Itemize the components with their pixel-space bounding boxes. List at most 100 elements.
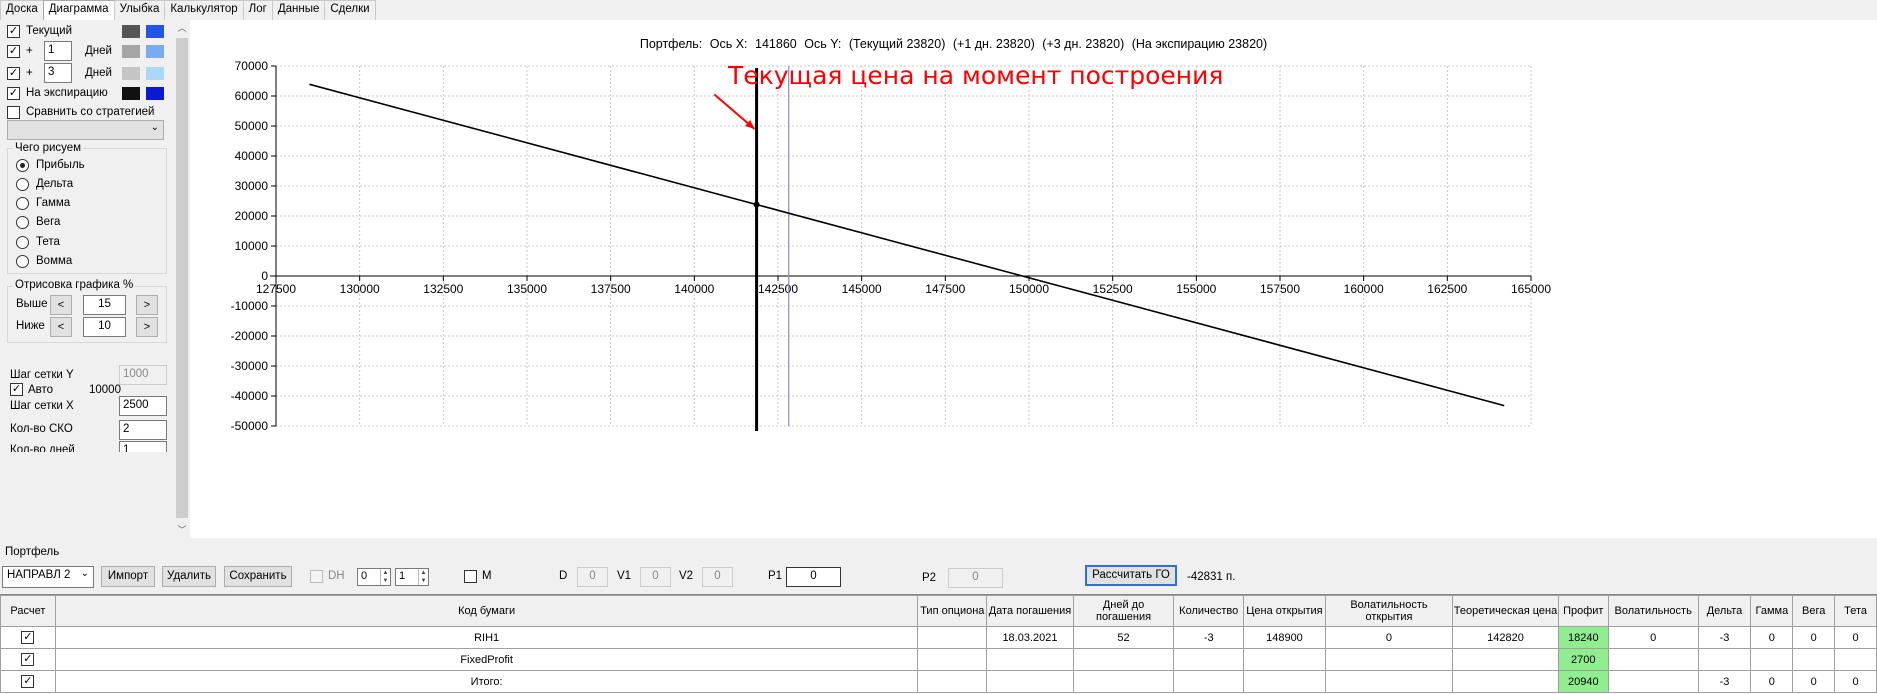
- plus1-days-input[interactable]: 1: [44, 41, 72, 61]
- cell-delta[interactable]: -3: [1697, 670, 1752, 693]
- above-increment-button[interactable]: >: [136, 295, 158, 315]
- expiry-checkbox[interactable]: ✓: [7, 87, 20, 100]
- plus3-days-input[interactable]: 3: [44, 63, 72, 83]
- settings-scrollbar[interactable]: ︿ ﹀: [174, 20, 190, 538]
- cell-open-price[interactable]: [1243, 648, 1326, 671]
- compare-checkbox[interactable]: [7, 106, 20, 119]
- sko-input[interactable]: 2: [119, 420, 167, 440]
- save-button[interactable]: Сохранить: [224, 566, 292, 587]
- radio-vega[interactable]: [16, 216, 29, 229]
- cell-open-vol[interactable]: [1324, 670, 1454, 693]
- v1-input[interactable]: 0: [640, 567, 671, 587]
- cell-vol[interactable]: 0: [1607, 626, 1699, 649]
- calc-checkbox[interactable]: ✓: [21, 631, 35, 644]
- radio-delta[interactable]: [16, 178, 29, 191]
- cell-theor[interactable]: 142820: [1452, 626, 1559, 649]
- radio-gamma[interactable]: [16, 197, 29, 210]
- cell-date[interactable]: [986, 670, 1074, 693]
- col-code[interactable]: Код бумаги: [54, 595, 919, 627]
- col-vega[interactable]: Вега: [1792, 595, 1836, 627]
- col-profit[interactable]: Профит: [1557, 595, 1609, 627]
- tab-log[interactable]: Лог: [242, 0, 273, 20]
- cell-theta[interactable]: 0: [1834, 626, 1877, 649]
- cell-qty[interactable]: [1173, 670, 1245, 693]
- cell-theta[interactable]: 0: [1834, 670, 1877, 693]
- dh-spin-2[interactable]: 1 ▲ ▼: [395, 568, 429, 586]
- radio-profit[interactable]: [16, 159, 29, 172]
- cell-vol[interactable]: [1607, 648, 1699, 671]
- plus1-color-1[interactable]: [122, 45, 140, 58]
- col-theta[interactable]: Тета: [1834, 595, 1877, 627]
- spin-arrows-icon[interactable]: ▲ ▼: [418, 569, 428, 585]
- cell-profit[interactable]: 2700: [1557, 648, 1609, 671]
- radio-theta[interactable]: [16, 236, 29, 249]
- table-row[interactable]: ✓ Итого: 20940 -3 0 0 0: [0, 670, 1877, 693]
- p2-input[interactable]: 0: [948, 568, 1003, 588]
- spin-arrows-icon[interactable]: ▲ ▼: [380, 569, 390, 585]
- plus3-color-2[interactable]: [146, 67, 164, 80]
- expiry-color-2[interactable]: [146, 87, 164, 100]
- calc-cell[interactable]: ✓: [0, 648, 56, 671]
- cell-gamma[interactable]: 0: [1750, 670, 1794, 693]
- days-count-input[interactable]: 1: [119, 441, 167, 452]
- profit-chart[interactable]: 70000 60000 50000 40000 30000 20000 10000 0 -100…: [190, 20, 1877, 538]
- v2-input[interactable]: 0: [702, 567, 733, 587]
- col-open-price[interactable]: Цена открытия: [1243, 595, 1326, 627]
- col-days[interactable]: Дней до погашения: [1072, 595, 1175, 627]
- cell-vega[interactable]: [1792, 648, 1836, 671]
- radio-vomma[interactable]: [16, 255, 29, 268]
- tab-calculator[interactable]: Калькулятор: [164, 0, 244, 20]
- delete-button[interactable]: Удалить: [162, 566, 216, 587]
- col-calc[interactable]: Расчет: [0, 595, 56, 627]
- col-vol[interactable]: Волатильность: [1607, 595, 1699, 627]
- cell-open-price[interactable]: [1243, 670, 1326, 693]
- below-input[interactable]: 10: [83, 317, 126, 337]
- m-checkbox[interactable]: [464, 570, 477, 583]
- cell-vol[interactable]: [1607, 670, 1699, 693]
- cell-type[interactable]: [917, 670, 988, 693]
- grid-x-input[interactable]: 2500: [119, 396, 167, 416]
- plus1-color-2[interactable]: [146, 45, 164, 58]
- cell-code[interactable]: RIH1: [54, 626, 919, 649]
- import-button[interactable]: Импорт: [101, 566, 155, 587]
- tab-diagram[interactable]: Диаграмма: [42, 0, 115, 21]
- cell-days[interactable]: [1072, 670, 1175, 693]
- cell-date[interactable]: [986, 648, 1074, 671]
- tab-board[interactable]: Доска: [0, 0, 44, 20]
- current-checkbox[interactable]: ✓: [7, 25, 20, 38]
- strategy-combo[interactable]: ⌄: [7, 120, 164, 140]
- auto-checkbox[interactable]: ✓: [10, 383, 23, 396]
- current-color-1[interactable]: [122, 25, 140, 38]
- cell-gamma[interactable]: 0: [1750, 626, 1794, 649]
- dh-checkbox[interactable]: [310, 570, 323, 583]
- cell-gamma[interactable]: [1750, 648, 1794, 671]
- p1-input[interactable]: 0: [786, 567, 841, 587]
- cell-open-price[interactable]: 148900: [1243, 626, 1326, 649]
- cell-qty[interactable]: -3: [1173, 626, 1245, 649]
- calc-cell[interactable]: ✓: [0, 670, 56, 693]
- cell-profit[interactable]: 18240: [1557, 626, 1609, 649]
- cell-type[interactable]: [917, 648, 988, 671]
- d-input[interactable]: 0: [577, 567, 608, 587]
- cell-delta[interactable]: -3: [1697, 626, 1752, 649]
- col-date[interactable]: Дата погашения: [986, 595, 1074, 627]
- dh-spin-1[interactable]: 0 ▲ ▼: [357, 568, 391, 586]
- scrollbar-thumb[interactable]: [176, 38, 188, 518]
- cell-theor[interactable]: [1452, 648, 1559, 671]
- cell-code[interactable]: Итого:: [54, 670, 919, 693]
- cell-theor[interactable]: [1452, 670, 1559, 693]
- cell-type[interactable]: [917, 626, 988, 649]
- calculate-go-button[interactable]: Рассчитать ГО: [1085, 565, 1177, 586]
- calc-checkbox[interactable]: ✓: [21, 653, 35, 666]
- cell-code[interactable]: FixedProfit: [54, 648, 919, 671]
- col-gamma[interactable]: Гамма: [1750, 595, 1794, 627]
- col-type[interactable]: Тип опциона: [917, 595, 988, 627]
- cell-vega[interactable]: 0: [1792, 670, 1836, 693]
- plus3-checkbox[interactable]: ✓: [7, 67, 20, 80]
- col-open-vol[interactable]: Волатильность открытия: [1324, 595, 1454, 627]
- current-color-2[interactable]: [146, 25, 164, 38]
- portfolio-select[interactable]: НАПРАВЛ 2 ⌄: [2, 566, 94, 588]
- below-increment-button[interactable]: >: [136, 317, 158, 337]
- table-row[interactable]: ✓ FixedProfit 2700: [0, 648, 1877, 671]
- col-delta[interactable]: Дельта: [1697, 595, 1752, 627]
